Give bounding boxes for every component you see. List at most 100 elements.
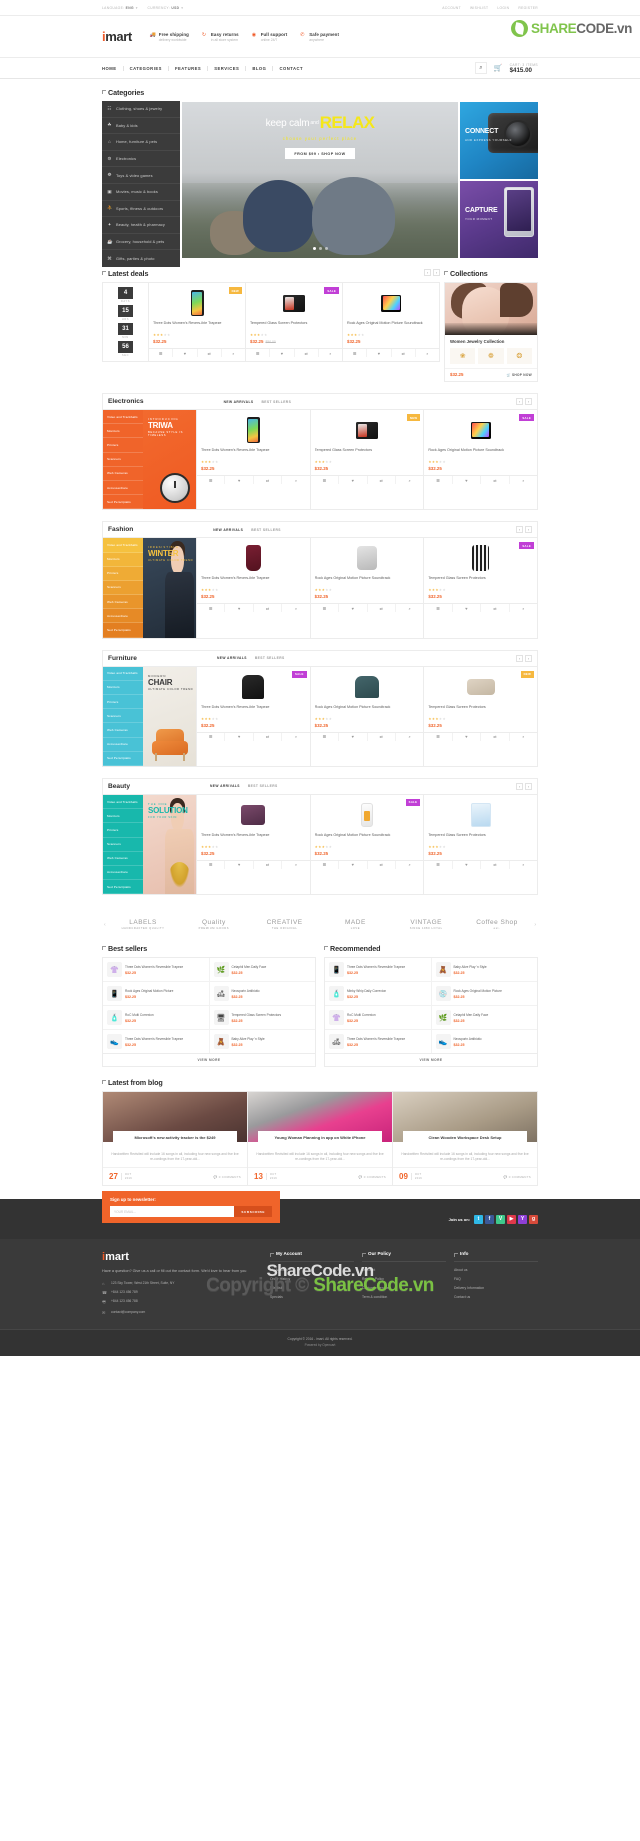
compare-icon[interactable]: ⇄	[254, 732, 283, 741]
wishlist-icon[interactable]: ♥	[270, 349, 295, 357]
add-to-cart-icon[interactable]: ☰	[424, 732, 453, 741]
language-selector[interactable]: LANGUAGE: ENG ▼	[102, 6, 138, 10]
list-item[interactable]: 👟 Neosporin Antibiotic $32.25	[432, 1030, 538, 1053]
product-name[interactable]: Neosporin Antibiotic	[454, 1037, 534, 1041]
blog-comments[interactable]: 💬 0 COMMENTS	[359, 1175, 386, 1179]
product-name[interactable]: Minky Whip Daily Correxion	[347, 989, 427, 993]
blog-card[interactable]: Clean Wooden Workspace Desk Setup Handwri…	[392, 1091, 538, 1187]
wishlist-icon[interactable]: ♥	[173, 349, 198, 357]
block-menu-item[interactable]: Accusserdiare	[103, 609, 143, 624]
product-card[interactable]: NEW Three Dots Women's Revers-ible Trapez…	[149, 283, 246, 361]
compare-icon[interactable]: ⇄	[481, 604, 510, 613]
footer-logo[interactable]: imart	[102, 1251, 262, 1263]
product-card[interactable]: SALE Tempered Glass Screen Protectors ★★★★…	[423, 538, 538, 638]
product-name[interactable]: Tempered Glass Screen Protectors	[428, 705, 533, 715]
side-banner-connect[interactable]: CONNECT AND EXPRESS YOURSELF	[460, 102, 538, 179]
category-item[interactable]: ☕ Grocery, household & pets	[102, 234, 180, 251]
google-icon[interactable]: g	[529, 1214, 538, 1224]
compare-icon[interactable]: ⇄	[295, 349, 319, 357]
add-to-cart-icon[interactable]: ☰	[424, 860, 453, 869]
block-menu-item[interactable]: Sed Perscipiatis	[103, 623, 143, 638]
product-name[interactable]: Tempered Glass Screen Protectors	[232, 1013, 312, 1017]
product-card[interactable]: SALE Tempered Glass Screen Protectors ★★★★…	[246, 283, 343, 361]
block-banner[interactable]: INTRODUCING TRIWA BECAUSE STYLE IS TIMELES…	[143, 410, 196, 510]
wishlist-icon[interactable]: ♥	[453, 860, 482, 869]
category-item[interactable]: ⌘ Gifts, parties & photo	[102, 250, 180, 267]
prev-arrow-icon[interactable]: ‹	[424, 269, 431, 276]
add-to-cart-icon[interactable]: ☰	[149, 349, 174, 357]
view-more-button[interactable]: VIEW MORE	[325, 1053, 537, 1066]
hero-pagination-dots[interactable]	[182, 242, 458, 253]
list-item[interactable]: 🧴 RoC Multi Correxion $32.25	[103, 1006, 209, 1031]
blog-card[interactable]: Microsoft's new activity tracker is the …	[102, 1091, 247, 1187]
category-item[interactable]: ❁ Toys & video games	[102, 167, 180, 184]
currency-selector[interactable]: CURRENCY: USD ▼	[147, 6, 183, 10]
product-name[interactable]: RoC Multi Correxion	[125, 1013, 205, 1017]
wishlist-icon[interactable]: ♥	[339, 732, 368, 741]
brand-logo[interactable]: Quality PREMIUM GOODS	[178, 919, 249, 930]
product-card[interactable]: Tempered Glass Screen Protectors ★★★★★ $32…	[423, 794, 538, 895]
nav-item-services[interactable]: SERVICES	[208, 65, 247, 71]
list-item[interactable]: 🧸 Baby Alive Play 'n Style $32.25	[210, 1030, 316, 1053]
compare-icon[interactable]: ⇄	[481, 732, 510, 741]
prev-arrow-icon[interactable]: ‹	[516, 654, 523, 662]
product-name[interactable]: RoC Multi Correxion	[347, 1013, 427, 1017]
youtube-icon[interactable]: ▶	[507, 1214, 516, 1224]
quickview-icon[interactable]: ⌕	[396, 476, 423, 484]
quickview-icon[interactable]: ⌕	[510, 476, 537, 484]
quickview-icon[interactable]: ⌕	[282, 861, 309, 869]
compare-icon[interactable]: ⇄	[368, 476, 396, 484]
quickview-icon[interactable]: ⌕	[396, 861, 423, 869]
product-card[interactable]: Three Dots Women's Revers-ible Trapeze ★★…	[196, 410, 310, 510]
product-name[interactable]: Three Dots Women's Reversible Trapeze	[347, 1037, 427, 1041]
block-banner[interactable]: MODERN CHAIR ULTIMATE COLOR TREND	[143, 666, 196, 766]
list-item[interactable]: 🧸 Baby Alive Play 'n Style $32.25	[431, 958, 537, 983]
block-menu-item[interactable]: Web Cameras	[103, 595, 143, 610]
product-name[interactable]: Tempered Glass Screen Protectors	[250, 321, 338, 331]
compare-icon[interactable]: ⇄	[481, 860, 510, 869]
block-banner[interactable]: IRRESISTIBLE WINTER ULTIMATE COLOR TREND	[143, 538, 196, 638]
quickview-icon[interactable]: ⌕	[282, 476, 309, 484]
list-item[interactable]: 💿 Rock Ages Original Motion Picture $32.25	[431, 982, 537, 1007]
list-item[interactable]: 🌿 Cetaphil Men Daily Face $32.25	[431, 1006, 537, 1031]
collection-shop-button[interactable]: 🛒 SHOP NOW	[506, 373, 532, 377]
search-icon[interactable]: ⌕	[474, 62, 487, 74]
add-to-cart-icon[interactable]: ☰	[311, 860, 340, 869]
product-name[interactable]: Rock Ages Original Motion Picture	[125, 989, 205, 993]
nav-item-blog[interactable]: BLOG	[246, 65, 274, 71]
product-card[interactable]: Three Dots Women's Revers-ible Trapeze ★★…	[196, 538, 310, 638]
compare-icon[interactable]: ⇄	[254, 604, 283, 613]
jewelry-icon[interactable]: ❂	[506, 348, 532, 364]
blog-comments[interactable]: 💬 0 COMMENTS	[504, 1175, 531, 1179]
product-card[interactable]: SALE Rock Ages Original Motion Picture So…	[423, 410, 538, 510]
product-card[interactable]: Rock Ages Original Motion Picture Soundt…	[309, 538, 424, 638]
wishlist-icon[interactable]: ♥	[225, 860, 254, 869]
wishlist-icon[interactable]: ♥	[339, 860, 368, 869]
block-menu-item[interactable]: Monitors	[103, 424, 143, 439]
tab-new-arrivals[interactable]: NEW ARRIVALS	[217, 656, 247, 660]
login-link[interactable]: LOGIN	[497, 6, 509, 10]
block-menu-item[interactable]: Web Cameras	[103, 466, 143, 481]
product-card[interactable]: Rock Ages Original Motion Picture Soundt…	[309, 666, 424, 766]
block-menu-item[interactable]: Video and Trackballs	[103, 538, 143, 553]
block-menu-item[interactable]: Monitors	[103, 680, 143, 695]
category-item[interactable]: ⚙ Electronics	[102, 151, 180, 168]
block-menu-item[interactable]: Printers	[103, 823, 143, 838]
subscribe-button[interactable]: SUBSCRIBE	[234, 1206, 272, 1218]
category-item[interactable]: ☘ Baby & kids	[102, 118, 180, 135]
list-item[interactable]: 👟 Three Dots Women's Reversible Trapeze $3…	[103, 1030, 209, 1053]
product-name[interactable]: Three Dots Women's Revers-ible Trapeze	[153, 321, 241, 331]
list-item[interactable]: 📱 Rock Ages Original Motion Picture $32.25	[103, 982, 209, 1007]
list-item[interactable]: 🌿 Cetaphil Men Daily Face $32.25	[209, 958, 315, 983]
product-card[interactable]: NEW Tempered Glass Screen Protectors ★★★★★…	[309, 410, 424, 510]
wishlist-icon[interactable]: ♥	[339, 476, 368, 484]
compare-icon[interactable]: ⇄	[254, 476, 283, 484]
quickview-icon[interactable]: ⌕	[396, 604, 423, 612]
block-menu-item[interactable]: Web Cameras	[103, 851, 143, 866]
brand-logo[interactable]: MADE LOVE	[320, 919, 391, 930]
tab-best-sellers[interactable]: BEST SELLERS	[251, 528, 281, 532]
list-item[interactable]: 👚 RoC Multi Correxion $32.25	[325, 1006, 431, 1031]
block-menu-item[interactable]: Accusserdiare	[103, 480, 143, 496]
product-name[interactable]: Tempered Glass Screen Protectors	[315, 448, 420, 458]
block-menu-item[interactable]: Printers	[103, 566, 143, 581]
